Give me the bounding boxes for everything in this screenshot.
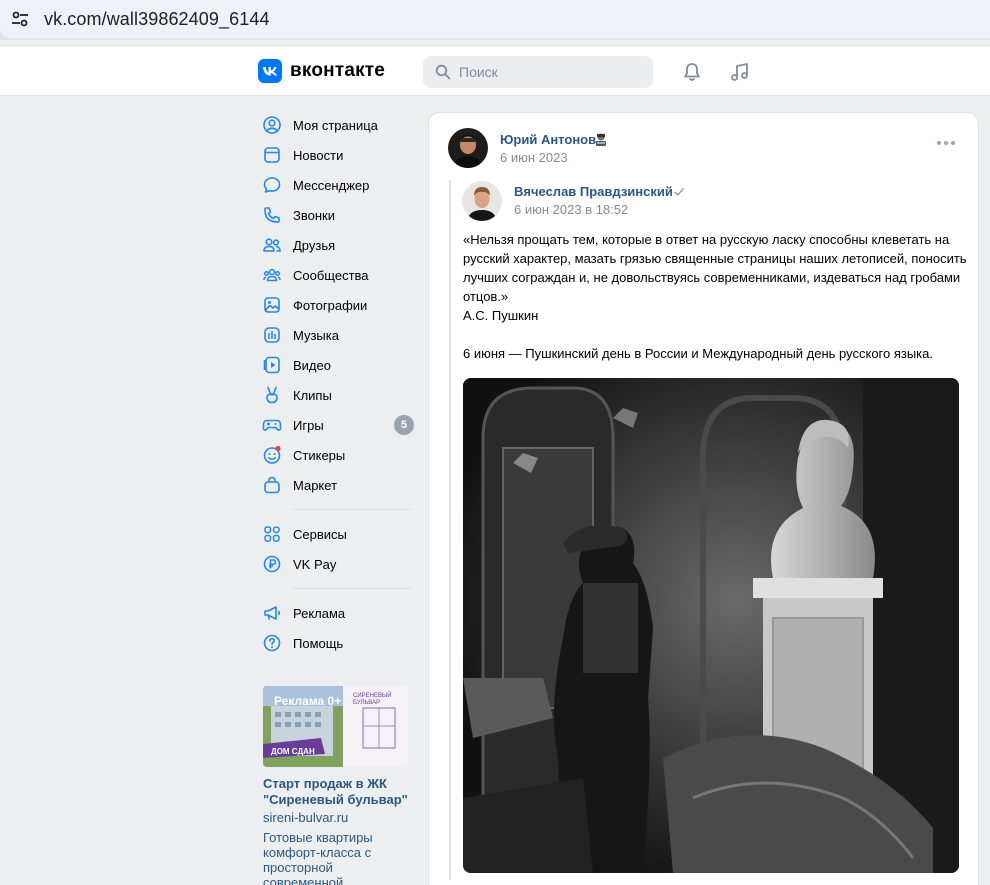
nav-divider [292, 588, 412, 589]
nav-item-label: Новости [293, 147, 344, 163]
nav-item-label: Маркет [293, 477, 338, 493]
nav-item-label: Мессенджер [293, 177, 370, 193]
vk-header: вконтакте [0, 47, 990, 96]
author-emoji-icon [593, 132, 609, 153]
ad-age-badge: Реклама 0+ [274, 694, 342, 708]
nav-item-label: VK Pay [293, 556, 337, 572]
address-field[interactable]: vk.com/wall39862409_6144 [0, 0, 990, 38]
repost-author-name[interactable]: Вячеслав Правдзинский [514, 184, 673, 199]
ad-domain[interactable]: sireni-bulvar.ru [263, 810, 413, 826]
video-icon [262, 355, 282, 375]
vk-logo[interactable]: вконтакте [258, 59, 385, 83]
nav-item-label: Стикеры [293, 447, 346, 463]
nav-item-label: Клипы [293, 387, 332, 403]
repost-footer-text: 6 июня — Пушкинский день в России и Межд… [463, 346, 933, 361]
repost-quote: «Нельзя прощать тем, которые в ответ на … [463, 232, 967, 304]
wall-post: Юрий Антонов 6 июн 2023 Вячеслав Правдзи… [428, 112, 979, 885]
ad-image[interactable]: Реклама 0+ СИРЕНЕВЫЙ БУЛЬВАР ДОМ СДАН [263, 686, 408, 767]
news-icon [262, 145, 282, 165]
nav-item-communities[interactable]: Сообщества [262, 260, 414, 290]
help-icon [262, 633, 282, 653]
nav-item-video[interactable]: Видео [262, 350, 414, 380]
phone-icon [262, 205, 282, 225]
nav-item-label: Игры [293, 417, 324, 433]
photos-icon [262, 295, 282, 315]
ad-image-label: ДОМ СДАН [271, 747, 315, 756]
search-box[interactable] [423, 56, 653, 88]
services-icon [262, 524, 282, 544]
nav-divider [292, 509, 412, 510]
nav-item-services[interactable]: Сервисы [262, 519, 414, 549]
nav-item-stickers[interactable]: Стикеры [262, 440, 414, 470]
vkpay-icon [262, 554, 282, 574]
nav-item-messenger[interactable]: Мессенджер [262, 170, 414, 200]
music-icon [262, 325, 282, 345]
nav-item-help[interactable]: Помощь [262, 628, 414, 658]
nav-item-vkpay[interactable]: VK Pay [262, 549, 414, 579]
messenger-icon [262, 175, 282, 195]
vk-logo-text: вконтакте [290, 60, 386, 81]
nav-item-label: Моя страница [293, 117, 378, 133]
nav-item-friends[interactable]: Друзья [262, 230, 414, 260]
profile-icon [262, 115, 282, 135]
nav-item-label: Фотографии [293, 297, 368, 313]
ad-block[interactable]: Реклама 0+ СИРЕНЕВЫЙ БУЛЬВАР ДОМ СДАН Ст… [263, 686, 413, 885]
browser-address-bar: vk.com/wall39862409_6144 [0, 0, 990, 40]
nav-item-label: Сервисы [293, 526, 347, 542]
vk-logo-icon [258, 59, 282, 83]
nav-item-my-page[interactable]: Моя страница [262, 110, 414, 140]
verified-icon [673, 185, 685, 203]
music-note-icon[interactable] [728, 60, 752, 84]
nav-item-label: Звонки [293, 207, 335, 223]
nav-item-market[interactable]: Маркет [262, 470, 414, 500]
search-input[interactable] [459, 64, 639, 80]
repost-text: «Нельзя прощать тем, которые в ответ на … [463, 230, 968, 363]
stickers-icon [262, 445, 282, 465]
post-author-name[interactable]: Юрий Антонов [500, 132, 596, 147]
nav-item-label: Друзья [293, 237, 336, 253]
nav-item-calls[interactable]: Звонки [262, 200, 414, 230]
communities-icon [262, 265, 282, 285]
repost-signature: А.С. Пушкин [463, 308, 539, 323]
market-icon [262, 475, 282, 495]
nav-item-label: Музыка [293, 327, 339, 343]
nav-item-label: Видео [293, 357, 331, 373]
nav-item-ads[interactable]: Реклама [262, 598, 414, 628]
nav-item-news[interactable]: Новости [262, 140, 414, 170]
ad-description: Готовые квартиры комфорт-класса с просто… [263, 830, 373, 885]
post-date[interactable]: 6 июн 2023 [500, 150, 568, 165]
nav-item-label: Реклама [293, 605, 346, 621]
nav-item-label: Сообщества [293, 267, 369, 283]
repost-indicator-line [449, 180, 451, 880]
notifications-bell-icon[interactable] [680, 60, 704, 84]
games-count-badge: 5 [394, 415, 414, 435]
repost-date[interactable]: 6 июн 2023 в 18:52 [514, 202, 628, 217]
games-icon [262, 415, 282, 435]
ad-title[interactable]: Старт продаж в ЖК "Сиреневый бульвар" [263, 776, 413, 808]
repost-author-avatar[interactable] [462, 181, 502, 221]
nav-item-photos[interactable]: Фотографии [262, 290, 414, 320]
url-text[interactable]: vk.com/wall39862409_6144 [44, 9, 270, 30]
nav-item-music[interactable]: Музыка [262, 320, 414, 350]
post-photo[interactable] [463, 378, 959, 873]
search-icon [435, 64, 451, 80]
nav-item-games[interactable]: Игры 5 [262, 410, 414, 440]
post-more-icon[interactable] [937, 141, 955, 145]
ads-icon [262, 603, 282, 623]
nav-item-label: Помощь [293, 635, 344, 651]
ad-image-brand: СИРЕНЕВЫЙ БУЛЬВАР [353, 693, 392, 706]
left-navigation: Моя страница Новости Мессенджер Звонки Д… [262, 110, 414, 658]
author-avatar[interactable] [448, 128, 488, 168]
friends-icon [262, 235, 282, 255]
site-settings-icon[interactable] [8, 7, 32, 31]
clips-icon [262, 385, 282, 405]
nav-item-clips[interactable]: Клипы [262, 380, 414, 410]
